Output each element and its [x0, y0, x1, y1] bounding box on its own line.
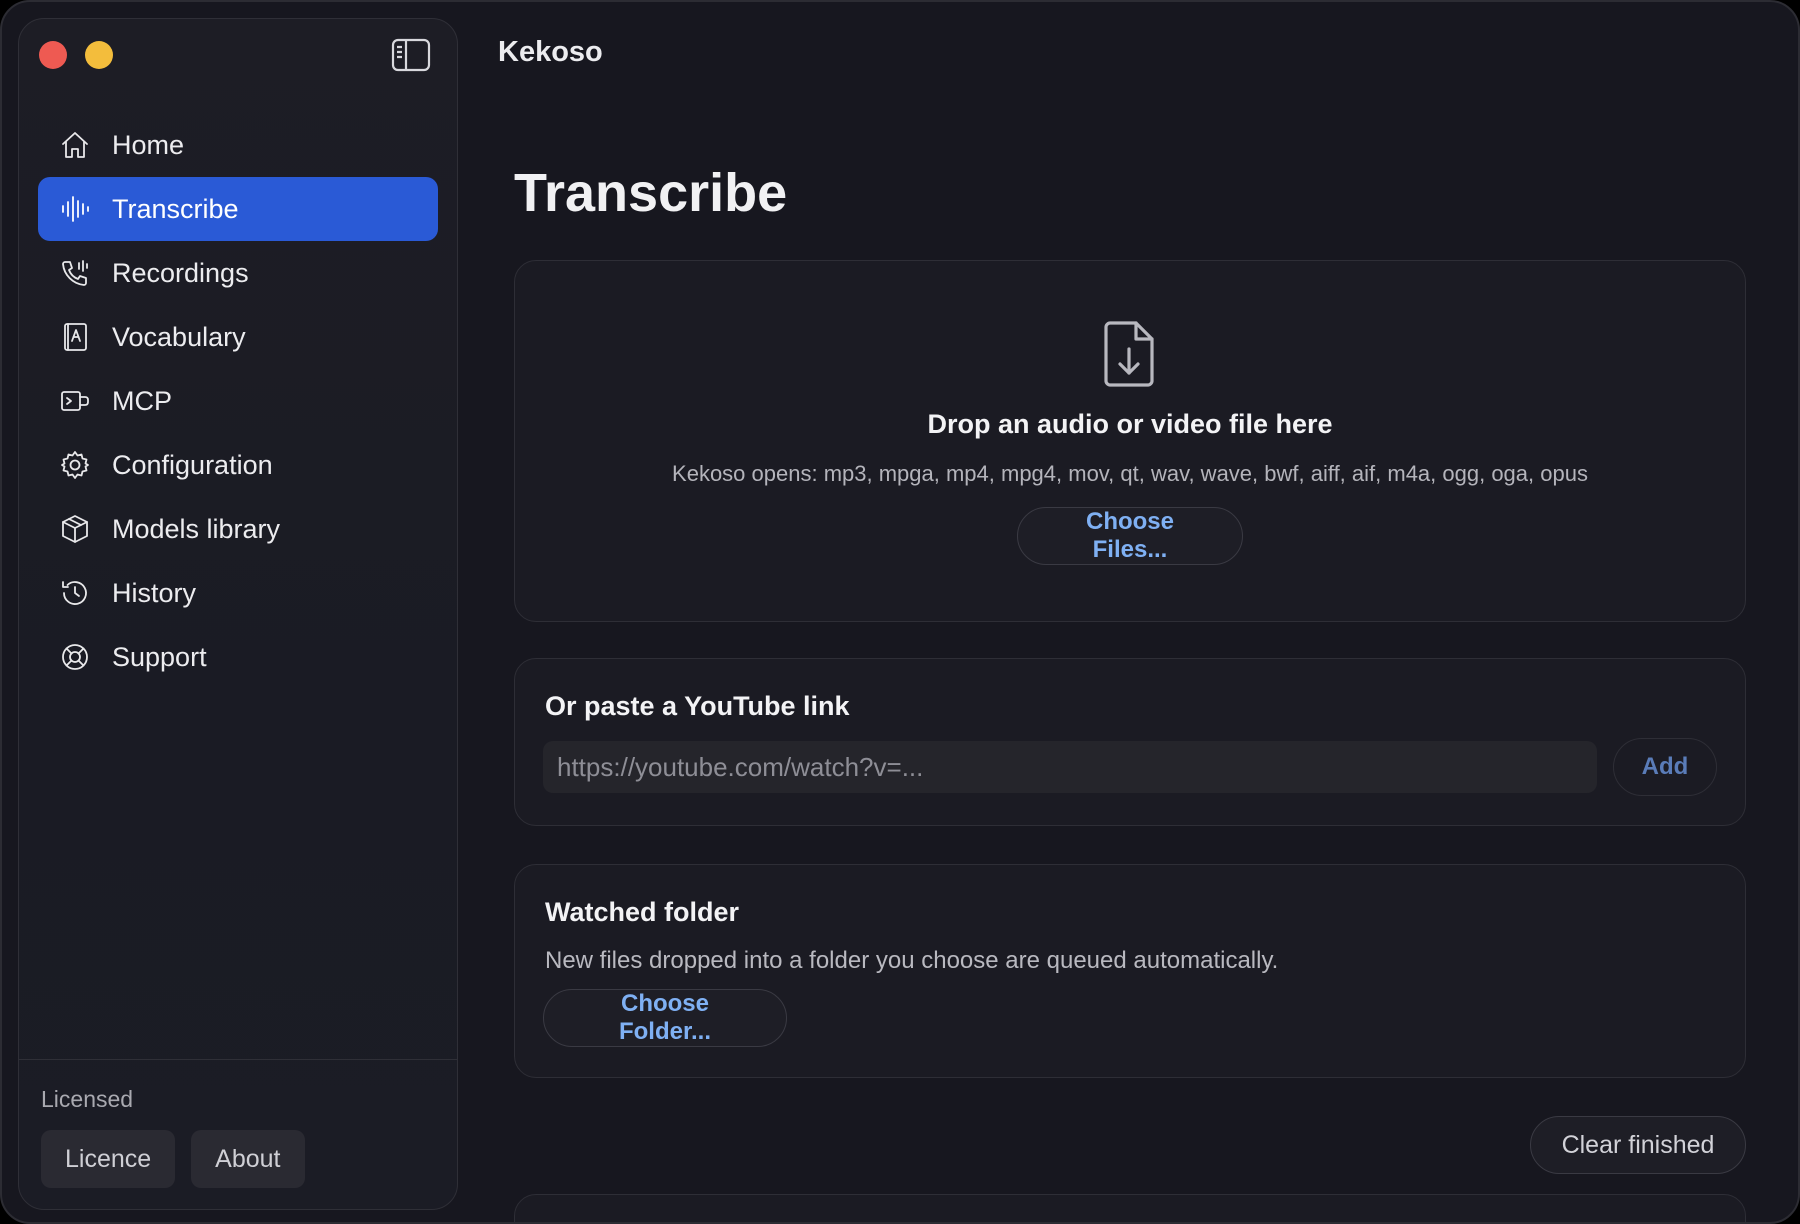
file-download-icon: [1102, 319, 1158, 389]
sidebar: Home Transcribe Recordings Vocabulary MC…: [18, 18, 458, 1210]
sidebar-item-home[interactable]: Home: [38, 113, 438, 177]
sidebar-item-label: Recordings: [112, 257, 249, 288]
footer-buttons: Licence About: [41, 1130, 305, 1188]
sidebar-item-models-library[interactable]: Models library: [38, 497, 438, 561]
waveform-icon: [58, 192, 92, 226]
sidebar-footer: Licensed Licence About: [19, 1059, 457, 1209]
home-icon: [58, 128, 92, 162]
clear-finished-button[interactable]: Clear finished: [1530, 1116, 1746, 1174]
queue-list-card: [514, 1194, 1746, 1222]
sidebar-item-configuration[interactable]: Configuration: [38, 433, 438, 497]
clock-history-icon: [58, 576, 92, 610]
drop-zone-title: Drop an audio or video file here: [927, 409, 1333, 439]
sidebar-item-label: Support: [112, 641, 207, 672]
sidebar-item-label: Vocabulary: [112, 321, 246, 352]
gear-icon: [58, 448, 92, 482]
choose-folder-button[interactable]: Choose Folder...: [543, 989, 787, 1047]
sidebar-item-transcribe[interactable]: Transcribe: [38, 177, 438, 241]
choose-files-button[interactable]: Choose Files...: [1017, 507, 1243, 565]
youtube-link-card: Or paste a YouTube link Add: [514, 658, 1746, 826]
sidebar-item-label: Models library: [112, 513, 281, 544]
about-button[interactable]: About: [191, 1130, 305, 1188]
phone-recording-icon: [58, 256, 92, 290]
license-status: Licensed: [41, 1086, 134, 1112]
plug-icon: [58, 384, 92, 418]
sidebar-item-mcp[interactable]: MCP: [38, 369, 438, 433]
lifebuoy-icon: [58, 640, 92, 674]
dictionary-icon: [58, 320, 92, 354]
sidebar-item-support[interactable]: Support: [38, 625, 438, 689]
app-title: Kekoso: [498, 36, 603, 68]
close-window-button[interactable]: [39, 41, 67, 69]
add-youtube-button[interactable]: Add: [1613, 738, 1717, 796]
window-controls: [39, 41, 113, 69]
sidebar-item-label: Configuration: [112, 449, 273, 480]
page-title: Transcribe: [514, 163, 788, 223]
sidebar-item-label: History: [112, 577, 197, 608]
sidebar-item-label: Home: [112, 129, 185, 160]
sidebar-toggle-icon[interactable]: [391, 38, 431, 72]
sidebar-item-label: Transcribe: [112, 193, 239, 224]
minimize-window-button[interactable]: [85, 41, 113, 69]
youtube-url-input[interactable]: [543, 741, 1597, 793]
watched-folder-heading: Watched folder: [545, 897, 740, 927]
watched-folder-card: Watched folder New files dropped into a …: [514, 864, 1746, 1078]
sidebar-item-vocabulary[interactable]: Vocabulary: [38, 305, 438, 369]
sidebar-nav: Home Transcribe Recordings Vocabulary MC…: [38, 113, 438, 689]
file-drop-zone[interactable]: Drop an audio or video file here Kekoso …: [514, 260, 1746, 622]
supported-formats: Kekoso opens: mp3, mpga, mp4, mpg4, mov,…: [672, 461, 1588, 486]
sidebar-item-history[interactable]: History: [38, 561, 438, 625]
sidebar-item-recordings[interactable]: Recordings: [38, 241, 438, 305]
licence-button[interactable]: Licence: [41, 1130, 176, 1188]
youtube-heading: Or paste a YouTube link: [545, 691, 850, 721]
watched-folder-description: New files dropped into a folder you choo…: [545, 947, 1279, 974]
main-content: Kekoso Transcribe Drop an audio or video…: [458, 2, 1798, 1222]
cube-icon: [58, 512, 92, 546]
app-window: Home Transcribe Recordings Vocabulary MC…: [0, 0, 1800, 1224]
sidebar-item-label: MCP: [112, 385, 172, 416]
